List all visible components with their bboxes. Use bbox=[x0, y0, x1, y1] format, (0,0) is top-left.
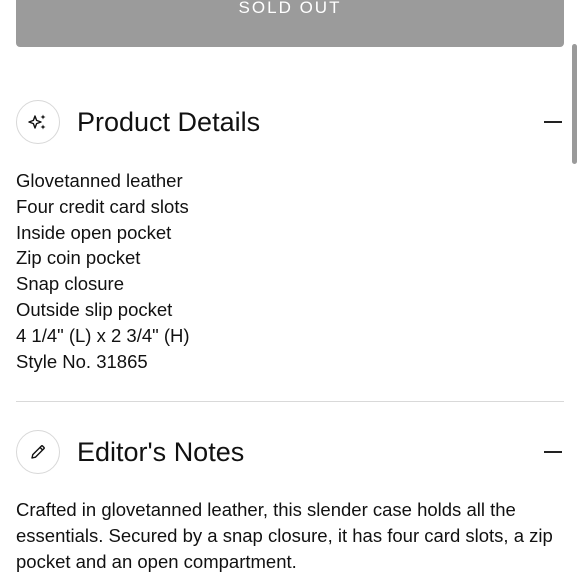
sparkles-icon bbox=[16, 100, 60, 144]
list-item: Style No. 31865 bbox=[16, 350, 148, 372]
sold-out-label: SOLD OUT bbox=[238, 0, 342, 17]
editors-notes-header[interactable]: Editor's Notes bbox=[16, 429, 564, 475]
list-item: Glovetanned leather bbox=[16, 170, 183, 191]
list-item: Snap closure bbox=[16, 273, 124, 295]
sold-out-button[interactable]: SOLD OUT bbox=[16, 0, 564, 47]
pencil-icon bbox=[16, 430, 60, 474]
editors-notes-text: Crafted in glovetanned leather, this sle… bbox=[16, 499, 553, 572]
collapse-minus-icon[interactable] bbox=[542, 111, 564, 133]
product-page: SOLD OUT Product Details Glovetanned lea… bbox=[0, 0, 580, 580]
scrollbar[interactable] bbox=[572, 44, 577, 164]
list-item: Inside open pocket bbox=[16, 221, 172, 243]
product-details-header[interactable]: Product Details bbox=[16, 99, 564, 145]
list-item: Zip coin pocket bbox=[16, 247, 141, 269]
section-divider bbox=[16, 401, 564, 402]
product-details-list: Glovetanned leather Four credit card slo… bbox=[16, 168, 190, 374]
list-item: Outside slip pocket bbox=[16, 298, 173, 320]
editors-notes-title: Editor's Notes bbox=[77, 436, 245, 467]
product-details-title: Product Details bbox=[77, 106, 261, 137]
collapse-minus-icon[interactable] bbox=[542, 441, 564, 463]
list-item: 4 1/4" (L) x 2 3/4" (H) bbox=[16, 324, 190, 346]
list-item: Four credit card slots bbox=[16, 195, 189, 217]
